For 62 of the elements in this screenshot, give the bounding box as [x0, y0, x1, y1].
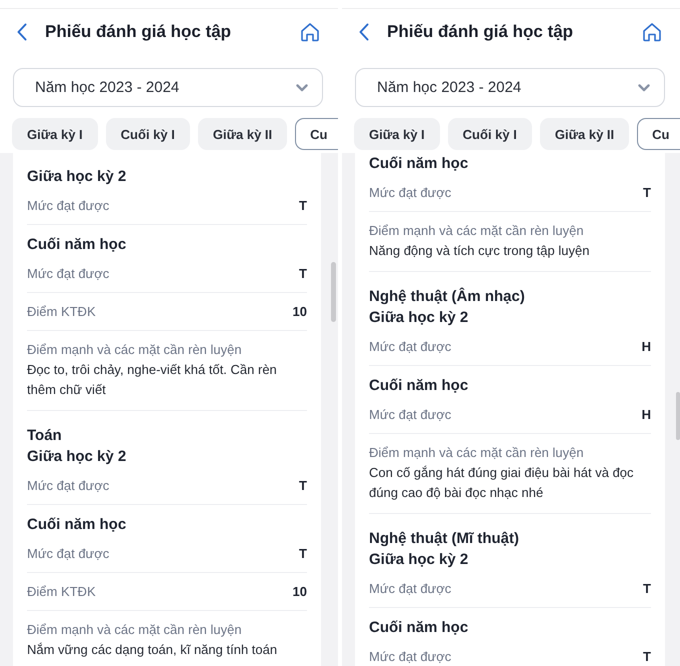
- tab[interactable]: Cu: [637, 118, 680, 150]
- grade-value: T: [643, 649, 651, 664]
- comment-label: Điểm mạnh và các mặt cần rèn luyện: [27, 341, 243, 359]
- tab[interactable]: Giữa kỳ II: [540, 118, 630, 150]
- page-title: Phiếu đánh giá học tập: [387, 22, 574, 42]
- grade-label: Mức đạt được: [27, 266, 110, 281]
- tab[interactable]: Cu: [295, 118, 338, 150]
- period-title: Cuối năm học: [27, 235, 128, 255]
- comment-text: Đọc to, trôi chảy, nghe-viết khá tốt. Cần rèn thêm chữ viết: [27, 361, 278, 399]
- page-title: Phiếu đánh giá học tập: [45, 22, 232, 42]
- back-icon[interactable]: [17, 23, 27, 41]
- grade-value: T: [299, 478, 307, 493]
- scrollbar-thumb: [331, 262, 336, 322]
- grade-value: T: [643, 581, 651, 596]
- grade-value: T: [643, 185, 651, 200]
- grade-value: T: [299, 266, 307, 281]
- home-icon[interactable]: [642, 22, 662, 42]
- grade-label: Mức đạt được: [369, 407, 452, 422]
- grade-value: H: [642, 339, 651, 354]
- comment-text: Nắm vững các dạng toán, kĩ năng tính toán: [27, 641, 278, 659]
- scrollbar-thumb: [676, 392, 680, 440]
- subject-title: Nghệ thuật (Âm nhạc): [369, 286, 526, 307]
- subject-title: Nghệ thuật (Mĩ thuật): [369, 529, 520, 549]
- period-title: Cuối năm học: [369, 376, 470, 396]
- tab[interactable]: Cuối kỳ I: [106, 118, 190, 150]
- period-title: Giữa học kỳ 2: [369, 308, 470, 328]
- comment-label: Điểm mạnh và các mặt cần rèn luyện: [369, 222, 585, 240]
- period-title: Giữa học kỳ 2: [27, 447, 128, 467]
- tab[interactable]: Giữa kỳ I: [354, 118, 440, 150]
- grade-label: Điểm KTĐK: [27, 584, 96, 599]
- tab[interactable]: Giữa kỳ II: [198, 118, 288, 150]
- grade-label: Mức đạt được: [27, 546, 110, 561]
- chevron-down-icon: [638, 84, 650, 92]
- grade-value: 10: [292, 304, 307, 319]
- grade-label: Điểm KTĐK: [27, 304, 96, 319]
- chevron-down-icon: [296, 84, 308, 92]
- period-title: Cuối năm học: [369, 154, 470, 174]
- comment-text: Con cố gắng hát đúng giai điệu bài hát và đọc đúng cao độ bài đọc nhạc nhé: [369, 464, 635, 502]
- period-title: Cuối năm học: [369, 618, 470, 638]
- grade-value: H: [642, 407, 651, 422]
- grade-label: Mức đạt được: [27, 478, 110, 493]
- comment-label: Điểm mạnh và các mặt cần rèn luyện: [27, 621, 243, 639]
- home-icon[interactable]: [300, 22, 320, 42]
- grade-label: Mức đạt được: [369, 581, 452, 596]
- comment-text: Năng động và tích cực trong tập luyện: [369, 242, 590, 260]
- grade-value: T: [299, 546, 307, 561]
- back-icon[interactable]: [359, 23, 369, 41]
- period-title: Cuối năm học: [27, 515, 128, 535]
- grade-label: Mức đạt được: [369, 649, 452, 664]
- comment-label: Điểm mạnh và các mặt cần rèn luyện: [369, 444, 585, 462]
- subject-title: Toán: [27, 426, 63, 446]
- grade-label: Mức đạt được: [27, 198, 110, 213]
- year-dropdown[interactable]: Năm học 2023 - 2024: [355, 68, 665, 107]
- grade-value: T: [299, 198, 307, 213]
- year-dropdown[interactable]: Năm học 2023 - 2024: [13, 68, 323, 107]
- period-title: Giữa học kỳ 2: [369, 550, 470, 570]
- tab[interactable]: Giữa kỳ I: [12, 118, 98, 150]
- grade-label: Mức đạt được: [369, 185, 452, 200]
- tab[interactable]: Cuối kỳ I: [448, 118, 532, 150]
- grade-label: Mức đạt được: [369, 339, 452, 354]
- period-title: Giữa học kỳ 2: [27, 167, 128, 187]
- grade-value: 10: [292, 584, 307, 599]
